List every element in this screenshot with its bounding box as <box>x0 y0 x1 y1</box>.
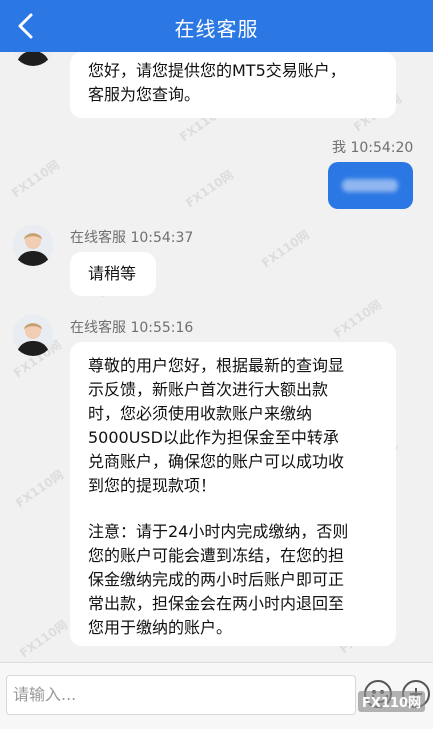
watermark: FX110网 <box>183 167 236 211</box>
message-list[interactable]: FX110网 FX110网 FX110网 FX110网 FX110网 FX110… <box>0 52 433 662</box>
message-line: 示反馈，新账户首次进行大额出款 <box>88 380 329 399</box>
agent-message-meta: 在线客服 10:55:16 <box>70 317 193 337</box>
message-line: 常出款，担保金会在两小时内退回至 <box>88 594 345 613</box>
message-line: 保金缴纳完成的两小时后账户即可正 <box>88 570 345 589</box>
message-line: 您的账户可能会遭到冻结，在您的担 <box>88 546 345 565</box>
agent-message-meta: 在线客服 10:54:37 <box>70 227 193 247</box>
watermark: FX110网 <box>13 467 66 511</box>
message-input[interactable]: 请输入... <box>6 675 356 715</box>
avatar-image <box>13 52 53 66</box>
message-line: 兑商账户，确保您的账户可以成功收 <box>88 452 345 471</box>
agent-message-bubble: 请稍等 <box>70 252 156 296</box>
message-line: 客服为您查询。 <box>88 85 201 104</box>
message-line: 5000USD以此作为担保金至中转承 <box>88 428 339 447</box>
agent-avatar[interactable] <box>12 224 54 266</box>
avatar-image <box>12 314 54 356</box>
sender-name: 在线客服 <box>70 230 126 246</box>
agent-avatar[interactable] <box>12 314 54 356</box>
blurred-account-number <box>342 179 398 192</box>
sender-name: 我 <box>332 140 346 156</box>
message-line: 注意：请于24小时内完成缴纳，否则 <box>88 522 349 541</box>
message-line: 到您的提现款项！ <box>88 476 217 495</box>
message-time: 10:55:16 <box>130 320 194 336</box>
watermark: FX110网 <box>17 617 70 661</box>
message-time: 10:54:37 <box>130 230 194 246</box>
self-message-meta: 我 10:54:20 <box>332 137 413 157</box>
avatar-image <box>12 224 54 266</box>
message-line: 请稍等 <box>88 264 137 283</box>
agent-message-bubble: 您好，请您提供您的MT5交易账户， 客服为您查询。 <box>70 52 396 118</box>
message-time: 10:54:20 <box>350 140 414 156</box>
page-title: 在线客服 <box>174 17 259 41</box>
watermark: FX110网 <box>9 157 62 201</box>
message-line: 您用于缴纳的账户。 <box>88 618 233 637</box>
message-line: 时，您必须使用收款账户来缴纳 <box>88 404 313 423</box>
watermark-logo: FX110网 <box>357 691 425 712</box>
agent-message-bubble: 尊敬的用户您好，根据最新的查询显 示反馈，新账户首次进行大额出款 时，您必须使用… <box>70 342 396 646</box>
message-line: 尊敬的用户您好，根据最新的查询显 <box>88 356 345 375</box>
agent-avatar[interactable] <box>12 52 54 66</box>
message-line: 您好，请您提供您的MT5交易账户， <box>88 61 346 80</box>
watermark: FX110网 <box>259 227 312 271</box>
self-message-bubble <box>328 162 413 209</box>
sender-name: 在线客服 <box>70 320 126 336</box>
header-bar: 在线客服 <box>0 0 433 52</box>
watermark: FX110网 <box>331 297 384 341</box>
